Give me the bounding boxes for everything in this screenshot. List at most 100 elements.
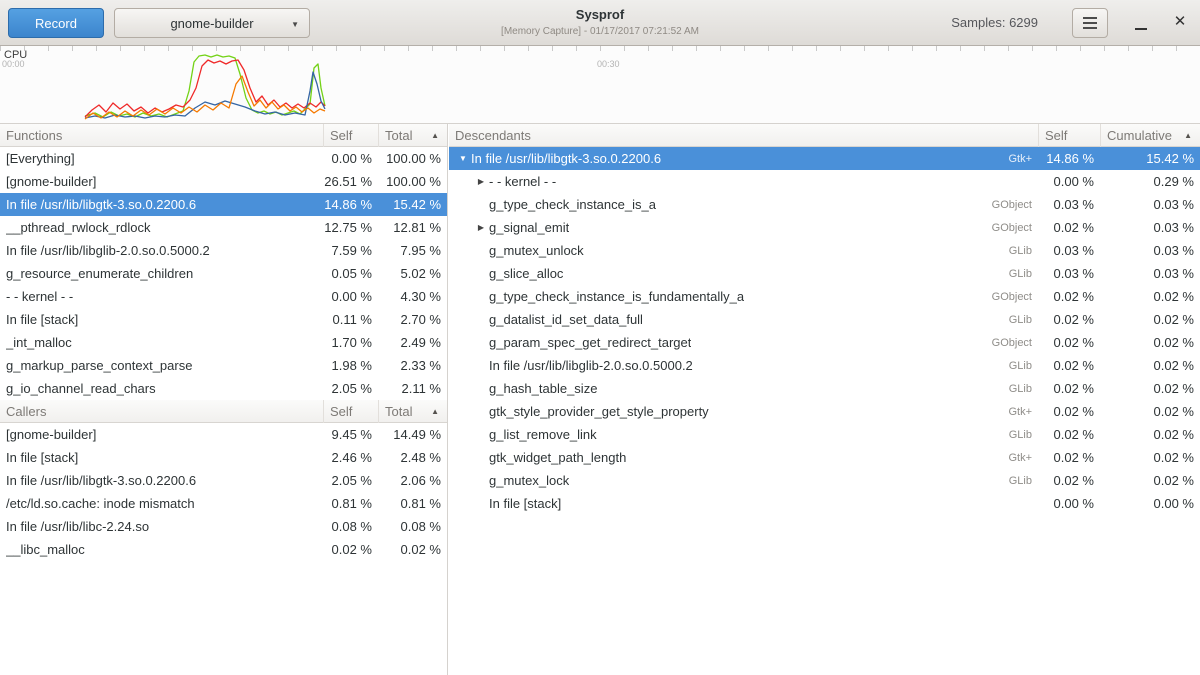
self-column-header[interactable]: Self: [323, 400, 378, 423]
table-row[interactable]: g_resource_enumerate_children 0.05 % 5.0…: [0, 262, 447, 285]
caller-name: In file /usr/lib/libgtk-3.so.0.2200.6: [6, 473, 323, 488]
time-label-mid: 00:30: [597, 59, 620, 69]
self-value: 0.02 %: [1038, 335, 1100, 350]
table-row[interactable]: [gnome-builder] 9.45 % 14.49 %: [0, 423, 447, 446]
descendants-column-header[interactable]: Descendants: [449, 124, 1038, 147]
table-row[interactable]: g_markup_parse_context_parse 1.98 % 2.33…: [0, 354, 447, 377]
close-button[interactable]: ✕: [1170, 12, 1190, 32]
sysprof-window: Record gnome-builder ▼ Sysprof [Memory C…: [0, 0, 1200, 675]
page-subtitle: [Memory Capture] - 01/17/2017 07:21:52 A…: [300, 26, 900, 37]
total-value: 100.00 %: [378, 151, 447, 166]
table-row[interactable]: g_mutex_lock GLib 0.02 % 0.02 %: [449, 469, 1200, 492]
cumulative-value: 0.02 %: [1100, 450, 1200, 465]
self-value: 0.11 %: [323, 312, 378, 327]
table-row[interactable]: /etc/ld.so.cache: inode mismatch 0.81 % …: [0, 492, 447, 515]
total-value: 2.70 %: [378, 312, 447, 327]
library-tag: Gtk+: [968, 452, 1038, 464]
callers-table: [gnome-builder] 9.45 % 14.49 % In file […: [0, 423, 447, 561]
library-tag: GLib: [968, 245, 1038, 257]
cumulative-value: 0.03 %: [1100, 266, 1200, 281]
table-row[interactable]: g_slice_alloc GLib 0.03 % 0.03 %: [449, 262, 1200, 285]
total-value: 0.08 %: [378, 519, 447, 534]
table-row[interactable]: In file /usr/lib/libglib-2.0.so.0.5000.2…: [0, 239, 447, 262]
total-column-header[interactable]: Total ▲: [378, 400, 447, 423]
cumulative-value: 0.03 %: [1100, 197, 1200, 212]
library-tag: GLib: [968, 360, 1038, 372]
table-row[interactable]: ▼ In file /usr/lib/libgtk-3.so.0.2200.6 …: [449, 147, 1200, 170]
record-button[interactable]: Record: [8, 8, 104, 38]
table-row[interactable]: g_datalist_id_set_data_full GLib 0.02 % …: [449, 308, 1200, 331]
self-column-header[interactable]: Self: [323, 124, 378, 147]
table-row[interactable]: In file /usr/lib/libgtk-3.so.0.2200.6 14…: [0, 193, 447, 216]
table-row[interactable]: g_io_channel_read_chars 2.05 % 2.11 %: [0, 377, 447, 400]
table-row[interactable]: In file [stack] 0.11 % 2.70 %: [0, 308, 447, 331]
caller-name: __libc_malloc: [6, 542, 323, 557]
table-row[interactable]: In file /usr/lib/libc-2.24.so 0.08 % 0.0…: [0, 515, 447, 538]
total-value: 4.30 %: [378, 289, 447, 304]
menu-button[interactable]: [1072, 8, 1108, 38]
chevron-down-icon: ▼: [291, 20, 299, 29]
table-row[interactable]: In file [stack] 2.46 % 2.48 %: [0, 446, 447, 469]
self-value: 0.03 %: [1038, 243, 1100, 258]
cumulative-value: 0.03 %: [1100, 220, 1200, 235]
cumulative-column-header[interactable]: Cumulative ▲: [1100, 124, 1200, 147]
function-name: __pthread_rwlock_rdlock: [6, 220, 323, 235]
self-value: 14.86 %: [1038, 151, 1100, 166]
self-value: 2.05 %: [323, 473, 378, 488]
function-name: [Everything]: [6, 151, 323, 166]
library-tag: Gtk+: [968, 153, 1038, 165]
descendant-name: g_list_remove_link: [489, 427, 597, 442]
table-row[interactable]: ▶ - - kernel - - 0.00 % 0.29 %: [449, 170, 1200, 193]
descendant-name: g_datalist_id_set_data_full: [489, 312, 643, 327]
table-row[interactable]: __libc_malloc 0.02 % 0.02 %: [0, 538, 447, 561]
table-row[interactable]: g_list_remove_link GLib 0.02 % 0.02 %: [449, 423, 1200, 446]
table-row[interactable]: - - kernel - - 0.00 % 4.30 %: [0, 285, 447, 308]
self-column-header[interactable]: Self: [1038, 124, 1100, 147]
table-row[interactable]: In file [stack] 0.00 % 0.00 %: [449, 492, 1200, 515]
table-row[interactable]: [Everything] 0.00 % 100.00 %: [0, 147, 447, 170]
function-name: g_io_channel_read_chars: [6, 381, 323, 396]
table-row[interactable]: _int_malloc 1.70 % 2.49 %: [0, 331, 447, 354]
table-row[interactable]: In file /usr/lib/libgtk-3.so.0.2200.6 2.…: [0, 469, 447, 492]
functions-column-header[interactable]: Functions: [0, 124, 323, 147]
table-row[interactable]: g_type_check_instance_is_a GObject 0.03 …: [449, 193, 1200, 216]
cumulative-value: 0.00 %: [1100, 496, 1200, 511]
functions-header: Functions Self Total ▲: [0, 124, 447, 147]
callers-column-header[interactable]: Callers: [0, 400, 323, 423]
expander-icon[interactable]: ▶: [473, 223, 489, 232]
table-row[interactable]: In file /usr/lib/libglib-2.0.so.0.5000.2…: [449, 354, 1200, 377]
table-row[interactable]: g_hash_table_size GLib 0.02 % 0.02 %: [449, 377, 1200, 400]
library-tag: GObject: [968, 337, 1038, 349]
table-row[interactable]: ▶ g_signal_emit GObject 0.02 % 0.03 %: [449, 216, 1200, 239]
expander-icon[interactable]: ▼: [455, 154, 471, 163]
self-value: 0.05 %: [323, 266, 378, 281]
table-row[interactable]: gtk_style_provider_get_style_property Gt…: [449, 400, 1200, 423]
expander-icon[interactable]: ▶: [473, 177, 489, 186]
library-tag: GLib: [968, 383, 1038, 395]
table-row[interactable]: __pthread_rwlock_rdlock 12.75 % 12.81 %: [0, 216, 447, 239]
total-column-header[interactable]: Total ▲: [378, 124, 447, 147]
table-row[interactable]: g_mutex_unlock GLib 0.03 % 0.03 %: [449, 239, 1200, 262]
close-icon: ✕: [1174, 13, 1187, 30]
self-value: 0.02 %: [1038, 289, 1100, 304]
headerbar: Record gnome-builder ▼ Sysprof [Memory C…: [0, 0, 1200, 46]
descendant-name: g_hash_table_size: [489, 381, 597, 396]
self-value: 0.02 %: [1038, 404, 1100, 419]
self-value: 0.02 %: [1038, 312, 1100, 327]
cpu-timeline[interactable]: CPU 00:00 00:30: [0, 46, 1200, 124]
self-value: 0.02 %: [1038, 473, 1100, 488]
time-label-start: 00:00: [2, 59, 25, 69]
table-row[interactable]: [gnome-builder] 26.51 % 100.00 %: [0, 170, 447, 193]
table-row[interactable]: g_param_spec_get_redirect_target GObject…: [449, 331, 1200, 354]
record-button-label: Record: [35, 16, 77, 31]
table-row[interactable]: gtk_widget_path_length Gtk+ 0.02 % 0.02 …: [449, 446, 1200, 469]
process-selector-dropdown[interactable]: gnome-builder ▼: [114, 8, 310, 38]
library-tag: GLib: [968, 429, 1038, 441]
minimize-button[interactable]: [1132, 14, 1150, 32]
sort-ascending-icon: ▲: [1184, 131, 1194, 140]
cumulative-value: 0.02 %: [1100, 358, 1200, 373]
descendants-table: ▼ In file /usr/lib/libgtk-3.so.0.2200.6 …: [449, 147, 1200, 515]
library-tag: GLib: [968, 268, 1038, 280]
left-pane: Functions Self Total ▲ [Everything] 0.00…: [0, 124, 448, 675]
table-row[interactable]: g_type_check_instance_is_fundamentally_a…: [449, 285, 1200, 308]
